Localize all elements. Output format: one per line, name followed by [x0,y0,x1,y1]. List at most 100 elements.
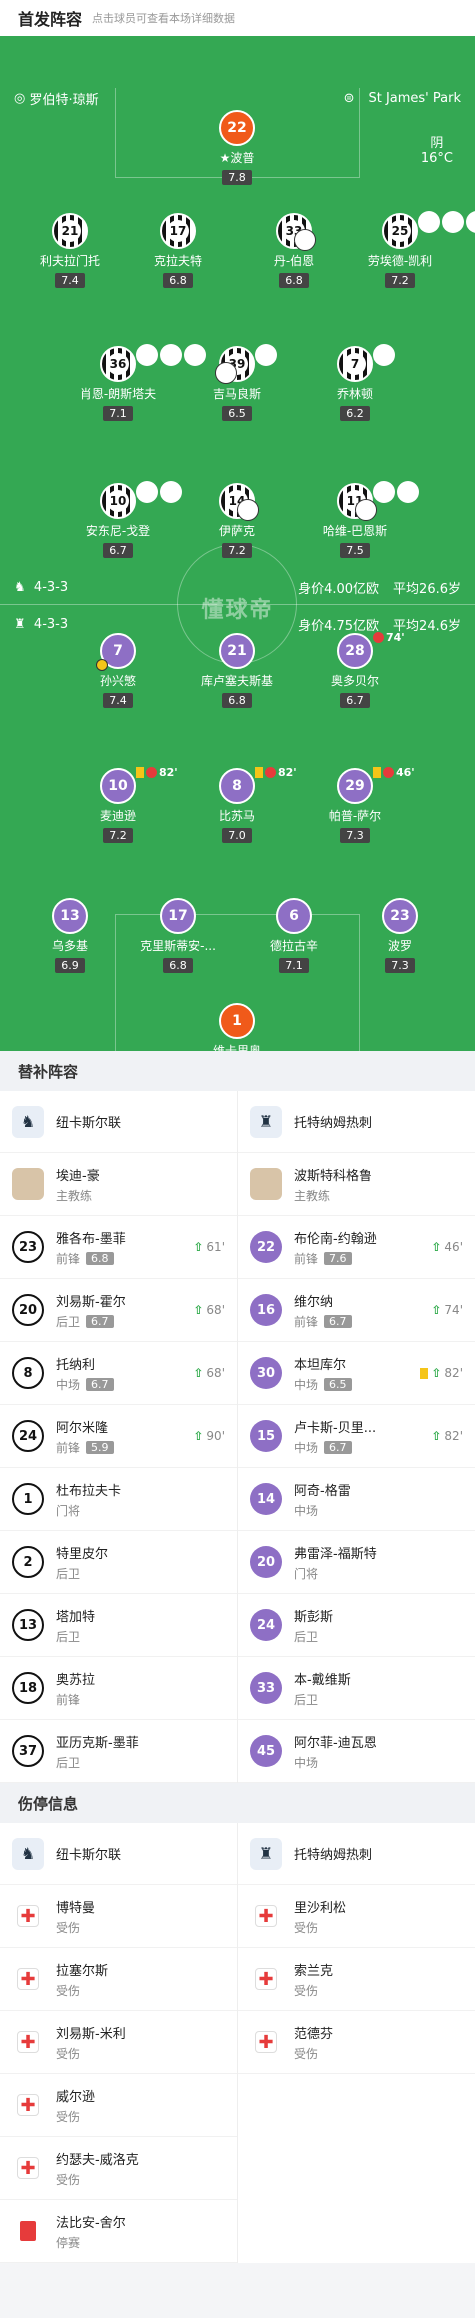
home-player[interactable]: 36 68' 肖恩-朗斯塔夫 7.1 [63,344,206,421]
player-avatar: 23 [382,898,418,934]
player-info: 约瑟夫-威洛克 受伤 [56,2149,139,2188]
away-player[interactable]: 10 82' 麦迪逊 7.2 [63,766,178,843]
yellow-card-icon [373,767,381,778]
home-player[interactable]: 11 61' 哈维-巴恩斯 7.5 [300,481,419,558]
player-name: 本-戴维斯 [294,1672,351,1688]
sub-player-row[interactable]: 30 本坦库尔 中场 6.5 ⇧ 82' [238,1342,475,1405]
subs-home-team[interactable]: ♞ 纽卡斯尔联 [0,1091,237,1153]
coach-avatar [250,1168,282,1200]
sub-player-row[interactable]: 24 斯彭斯 后卫 [238,1594,475,1657]
player-avatar: 13 [52,898,88,934]
player-info: 亚历克斯-墨菲 后卫 [56,1732,139,1771]
player-name: 布伦南-约翰逊 [294,1231,377,1247]
home-player[interactable]: 10 90' 安东尼-戈登 6.7 [63,481,182,558]
player-rating: 6.9 [55,958,85,973]
lineup-title: 首发阵容 [18,10,83,29]
home-player[interactable]: 21 利夫拉门托 7.4 [15,213,125,288]
sub-time: 74' [386,631,405,644]
home-player[interactable]: 22 ★波普 7.8 [182,110,292,185]
player-name: 特里皮尔 [56,1546,109,1562]
away-player[interactable]: 7 孙兴慜 7.4 [63,633,173,708]
player-avatar: 7 [337,344,395,382]
injury-row[interactable]: ✚ 里沙利松 受伤 [238,1885,475,1948]
player-rating: 7.1 [103,406,133,421]
away-player[interactable]: 21 库卢塞夫斯基 6.8 [182,633,292,708]
player-position: 门将 [294,1566,319,1581]
player-position: 后卫 [56,1566,81,1581]
away-player[interactable]: 8 82' 比苏马 7.0 [182,766,297,843]
player-info: 里沙利松 受伤 [294,1897,346,1936]
sub-player-row[interactable]: 24 阿尔米隆 前锋 5.9 ⇧ 90' [0,1405,237,1468]
subs-section-title: 替补阵容 [0,1051,475,1091]
player-rating: 6.8 [163,958,193,973]
player-number: 36 [107,353,129,375]
player-name: 乔林顿 [336,387,373,401]
home-player[interactable]: 17 克拉夫特 6.8 [123,213,233,288]
player-number-badge: 13 [12,1609,44,1641]
player-position-row: 后卫 6.7 [56,1313,126,1330]
injury-row[interactable]: 法比安-舍尔 停赛 [0,2200,237,2263]
injury-row[interactable]: ✚ 威尔逊 受伤 [0,2074,237,2137]
home-player[interactable]: 14 伊萨克 7.2 [182,483,292,558]
sub-player-row[interactable]: 20 刘易斯-霍尔 后卫 6.7 ⇧ 68' [0,1279,237,1342]
away-player[interactable]: 13 乌多基 6.9 [15,898,125,973]
sub-player-row[interactable]: 20 弗雷泽-福斯特 门将 [238,1531,475,1594]
sub-player-row[interactable]: 23 雅各布-墨菲 前锋 6.8 ⇧ 61' [0,1216,237,1279]
injury-row[interactable]: ✚ 约瑟夫-威洛克 受伤 [0,2137,237,2200]
yellow-card-icon [255,767,263,778]
sub-in-icon: ⇧ [193,1366,204,1380]
player-number-badge: 30 [250,1357,282,1389]
injury-row[interactable]: ✚ 索兰克 受伤 [238,1948,475,2011]
injury-row[interactable]: ✚ 范德芬 受伤 [238,2011,475,2074]
home-player[interactable]: 33 丹-伯恩 6.8 [239,213,349,288]
medical-icon: ✚ [17,1905,39,1927]
injuries-home-team[interactable]: ♞ 纽卡斯尔联 [0,1823,237,1885]
player-number: 7 [344,353,366,375]
injury-row[interactable]: ✚ 刘易斯-米利 受伤 [0,2011,237,2074]
sub-player-row[interactable]: 1 杜布拉夫卡 门将 [0,1468,237,1531]
home-player[interactable]: 39 吉马良斯 6.5 [182,344,292,421]
sub-player-row[interactable]: 2 特里皮尔 后卫 [0,1531,237,1594]
sub-player-row[interactable]: 15 卢卡斯-贝里... 中场 6.7 ⇧ 82' [238,1405,475,1468]
sub-player-row[interactable]: 45 阿尔菲-迪瓦恩 中场 [238,1720,475,1783]
sub-player-row[interactable]: 33 本-戴维斯 后卫 [238,1657,475,1720]
player-avatar: 21 [219,633,255,669]
home-player[interactable]: 7 乔林顿 6.2 [300,344,410,421]
player-info: 本坦库尔 中场 6.5 [294,1354,352,1393]
sub-in-icon: ⇧ [431,1303,442,1317]
home-player[interactable]: 25 68' 劳埃德-凯利 7.2 [345,211,475,288]
sub-player-row[interactable]: 18 奥苏拉 前锋 [0,1657,237,1720]
player-name: 德拉古辛 [269,939,318,953]
injury-row[interactable]: ✚ 拉塞尔斯 受伤 [0,1948,237,2011]
sub-player-row[interactable]: 8 托纳利 中场 6.7 ⇧ 68' [0,1342,237,1405]
player-position: 后卫 [56,1755,81,1770]
player-rating: 6.8 [86,1251,114,1265]
sub-time: 61' [397,481,419,503]
away-player[interactable]: 1维卡里奥6.7 [182,1003,292,1051]
away-player[interactable]: 28 74' 奥多贝尔 6.7 [300,631,410,708]
player-rating: 7.4 [55,273,85,288]
sub-player-row[interactable]: 13 塔加特 后卫 [0,1594,237,1657]
injury-row[interactable]: ✚ 博特曼 受伤 [0,1885,237,1948]
injury-status: 受伤 [294,1920,319,1935]
subs-away-team[interactable]: ♜ 托特纳姆热刺 [238,1091,475,1153]
sub-time: 46' [444,1240,463,1254]
newcastle-crest-icon: ♞ [12,1105,44,1138]
away-player[interactable]: 17 克里斯蒂安-... 6.8 [123,898,233,973]
player-info: 阿尔米隆 前锋 5.9 [56,1417,114,1456]
player-info: 本-戴维斯 后卫 [294,1669,351,1708]
sub-player-row[interactable]: 16 维尔纳 前锋 6.7 ⇧ 74' [238,1279,475,1342]
injuries-away-team[interactable]: ♜ 托特纳姆热刺 [238,1823,475,1885]
sub-player-row[interactable]: 37 亚历克斯-墨菲 后卫 [0,1720,237,1783]
away-player[interactable]: 29 46' 帕普-萨尔 7.3 [300,766,415,843]
home-coach-row[interactable]: 埃迪-豪 主教练 [0,1153,237,1216]
sub-player-row[interactable]: 22 布伦南-约翰逊 前锋 7.6 ⇧ 46' [238,1216,475,1279]
away-player[interactable]: 6 德拉古辛 7.1 [239,898,349,973]
sub-player-row[interactable]: 14 阿奇-格雷 中场 [238,1468,475,1531]
away-coach-row[interactable]: 波斯特科格鲁 主教练 [238,1153,475,1216]
player-position-row: 中场 6.7 [56,1376,114,1393]
player-name: 拉塞尔斯 [56,1963,109,1979]
away-player[interactable]: 23 波罗 7.3 [345,898,455,973]
medical-icon: ✚ [255,2031,277,2053]
medical-icon: ✚ [17,2094,39,2116]
